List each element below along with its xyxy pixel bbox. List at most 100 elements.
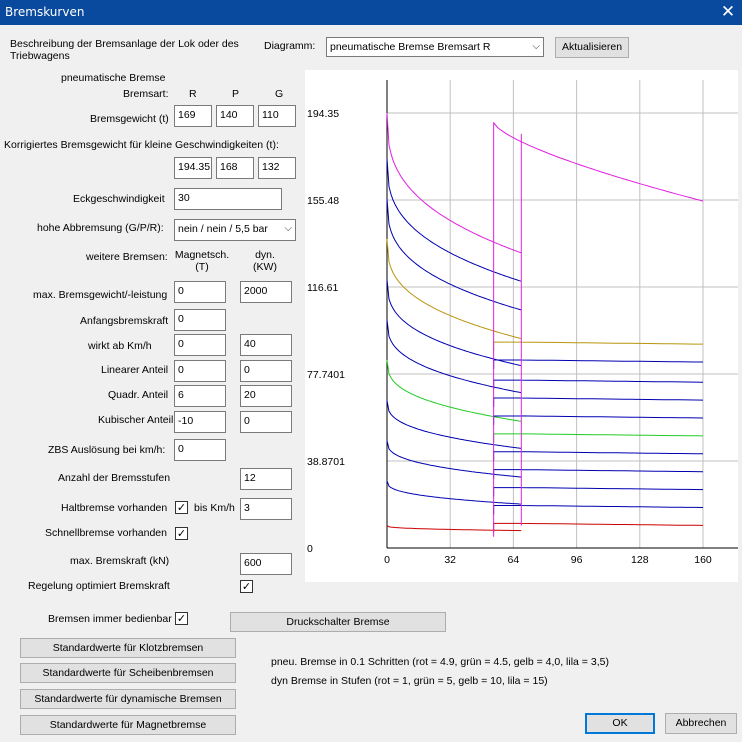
stufen-input[interactable]: 12 <box>240 468 292 490</box>
regelung-label: Regelung optimiert Bremskraft <box>28 580 170 592</box>
dynamic-series-line <box>493 487 704 497</box>
dynamic-series-line <box>493 379 704 390</box>
weight-g-input[interactable]: 110 <box>258 105 296 127</box>
chevron-down-icon: ⌵ <box>284 223 292 234</box>
halt-bis-label: bis Km/h <box>194 502 235 514</box>
y-tick-label: 194.35 <box>307 108 339 120</box>
quadr-t-input[interactable]: 6 <box>174 385 226 407</box>
quadr-label: Quadr. Anteil <box>108 389 169 401</box>
cancel-button[interactable]: Abbrechen <box>665 713 737 734</box>
dynamic-series-line <box>493 415 704 425</box>
magnetbremse-button[interactable]: Standardwerte für Magnetbremse <box>20 715 236 735</box>
dynamic-series-line <box>493 359 703 369</box>
x-tick-label: 32 <box>444 554 456 566</box>
immer-bedienbar-label: Bremsen immer bedienbar <box>48 613 172 625</box>
ok-button[interactable]: OK <box>585 713 655 734</box>
dynamic-series-line <box>493 451 704 461</box>
chevron-down-icon: ⌵ <box>532 41 540 52</box>
brake-curve-svg: 0 32 64 96 128 160 0 38.8701 77.7401 116.61 155.48… <box>307 80 738 566</box>
haltbremse-label: Haltbremse vorhanden <box>61 502 168 514</box>
pneumatic-series-line <box>386 319 522 394</box>
dynamic-series-line <box>493 397 704 407</box>
y-tick-label: 0 <box>307 543 313 555</box>
kubisch-t-input[interactable]: -10 <box>174 411 226 433</box>
col-p-label: P <box>232 88 240 100</box>
hohe-abbremsung-label: hohe Abbremsung (G/P/R): <box>37 222 164 234</box>
pneumatic-series-line <box>386 359 522 422</box>
col-magnet-label: Magnetsch. (T) <box>174 249 230 273</box>
druckschalter-button[interactable]: Druckschalter Bremse <box>230 612 446 632</box>
bremsart-label: Bremsart: <box>123 88 169 100</box>
description-label: Beschreibung der Bremsanlage der Lok ode… <box>10 38 239 62</box>
dynamic-series-line <box>493 122 704 537</box>
window-title: Bremskurven <box>5 5 85 19</box>
dynamic-series-line <box>493 504 704 515</box>
weight-p-input[interactable]: 140 <box>216 105 254 127</box>
brake-curve-chart: 0 32 64 96 128 160 0 38.8701 77.7401 116.61 155.48… <box>305 70 738 582</box>
dynamic-series-line <box>493 522 704 533</box>
max-bremskraft-label: max. Bremskraft (kN) <box>70 555 170 567</box>
y-tick-label: 38.8701 <box>307 456 345 468</box>
linear-kw-input[interactable]: 0 <box>240 360 292 382</box>
col-dyn-label: dyn. (KW) <box>253 249 277 273</box>
zbs-input[interactable]: 0 <box>174 439 226 461</box>
pneumatic-series-line <box>386 158 522 282</box>
corr-g-input[interactable]: 132 <box>258 157 296 179</box>
corr-r-input[interactable]: 194.35 <box>174 157 212 179</box>
legend-dyn-text: dyn Bremse in Stufen (rot = 1, grün = 5,… <box>271 675 548 687</box>
further-brakes-label: weitere Bremsen: <box>86 251 168 263</box>
corr-p-input[interactable]: 168 <box>216 157 254 179</box>
zbs-label: ZBS Auslösung bei km/h: <box>48 444 166 456</box>
x-tick-label: 96 <box>571 554 583 566</box>
halt-bis-input[interactable]: 3 <box>240 498 292 520</box>
dynamic-series-line <box>493 341 703 352</box>
pneumatic-series-line <box>386 480 522 505</box>
eck-label: Eckgeschwindigkeit <box>73 193 165 205</box>
schnellbremse-label: Schnellbremse vorhanden <box>45 527 167 539</box>
pneumatic-series-line <box>386 525 522 532</box>
y-tick-label: 77.7401 <box>307 369 345 381</box>
linear-label: Linearer Anteil <box>101 364 169 376</box>
refresh-button[interactable]: Aktualisieren <box>555 37 629 58</box>
y-tick-label: 116.61 <box>307 282 338 294</box>
dynamische-bremsen-button[interactable]: Standardwerte für dynamische Bremsen <box>20 689 236 709</box>
stufen-label: Anzahl der Bremsstufen <box>58 472 171 484</box>
quadr-kw-input[interactable]: 20 <box>240 385 292 407</box>
eck-input[interactable]: 30 <box>174 188 282 210</box>
wirkt-ab-t-input[interactable]: 0 <box>174 334 226 356</box>
klotzbremsen-button[interactable]: Standardwerte für Klotzbremsen <box>20 638 236 658</box>
haltbremse-checkbox[interactable]: ✓ <box>175 501 188 514</box>
scheibenbremsen-button[interactable]: Standardwerte für Scheibenbremsen <box>20 663 236 683</box>
corr-weight-label: Korrigiertes Bremsgewicht für kleine Ges… <box>4 139 279 151</box>
wirkt-ab-label: wirkt ab Km/h <box>88 340 152 352</box>
immer-bedienbar-checkbox[interactable]: ✓ <box>175 612 188 625</box>
wirkt-ab-kw-input[interactable]: 40 <box>240 334 292 356</box>
linear-t-input[interactable]: 0 <box>174 360 226 382</box>
anfangsbremskraft-label: Anfangsbremskraft <box>80 315 169 327</box>
hohe-abbremsung-select[interactable]: nein / nein / 5,5 bar ⌵ <box>174 219 296 241</box>
max-weight-t-input[interactable]: 0 <box>174 281 226 303</box>
pneumatic-heading: pneumatische Bremse <box>61 72 166 84</box>
max-weight-kw-input[interactable]: 2000 <box>240 281 292 303</box>
col-r-label: R <box>189 88 197 100</box>
diagram-selected-value: pneumatische Bremse Bremsart R <box>330 41 491 53</box>
col-g-label: G <box>275 88 284 100</box>
kubisch-kw-input[interactable]: 0 <box>240 411 292 433</box>
schnellbremse-checkbox[interactable]: ✓ <box>175 527 188 540</box>
weight-r-input[interactable]: 169 <box>174 105 212 127</box>
diagram-select[interactable]: pneumatische Bremse Bremsart R ⌵ <box>326 37 544 57</box>
x-tick-label: 128 <box>631 554 649 566</box>
anfangsbremskraft-t-input[interactable]: 0 <box>174 309 226 331</box>
kubisch-label: Kubischer Anteil <box>98 414 174 426</box>
pneumatic-series-line <box>386 112 522 254</box>
y-tick-label: 155.48 <box>307 195 339 207</box>
diagram-label: Diagramm: <box>264 40 316 52</box>
max-weight-label: max. Bremsgewicht/-leistung <box>33 289 168 301</box>
pneumatic-series-line <box>386 279 522 367</box>
hohe-abbremsung-value: nein / nein / 5,5 bar <box>178 223 268 235</box>
max-bremskraft-input[interactable]: 600 <box>240 553 292 575</box>
x-tick-label: 64 <box>508 554 520 566</box>
weight-label: Bremsgewicht (t) <box>90 113 169 125</box>
regelung-checkbox[interactable]: ✓ <box>240 580 253 593</box>
close-icon[interactable]: ✕ <box>718 2 738 22</box>
